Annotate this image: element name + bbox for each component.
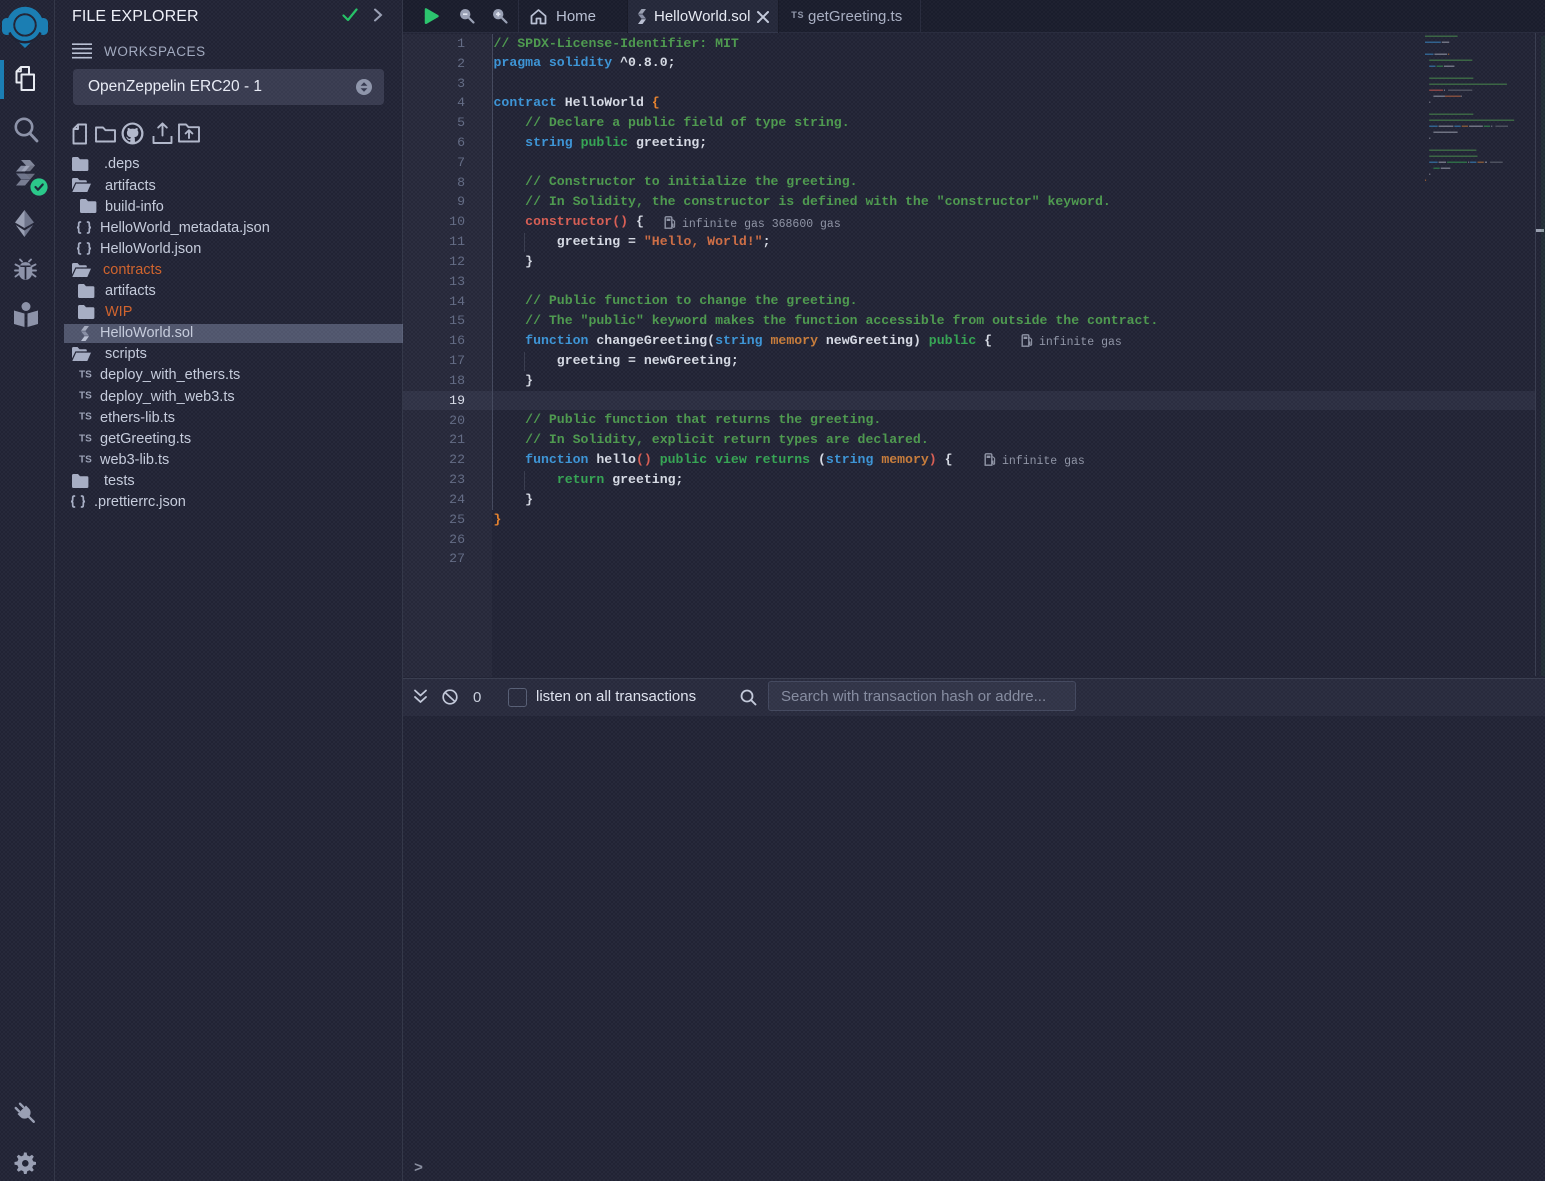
svg-text:TS: TS — [79, 370, 92, 380]
svg-text:TS: TS — [79, 454, 92, 464]
svg-text:TS: TS — [79, 433, 92, 443]
svg-text:TS: TS — [79, 412, 92, 422]
svg-text:TS: TS — [79, 391, 92, 401]
